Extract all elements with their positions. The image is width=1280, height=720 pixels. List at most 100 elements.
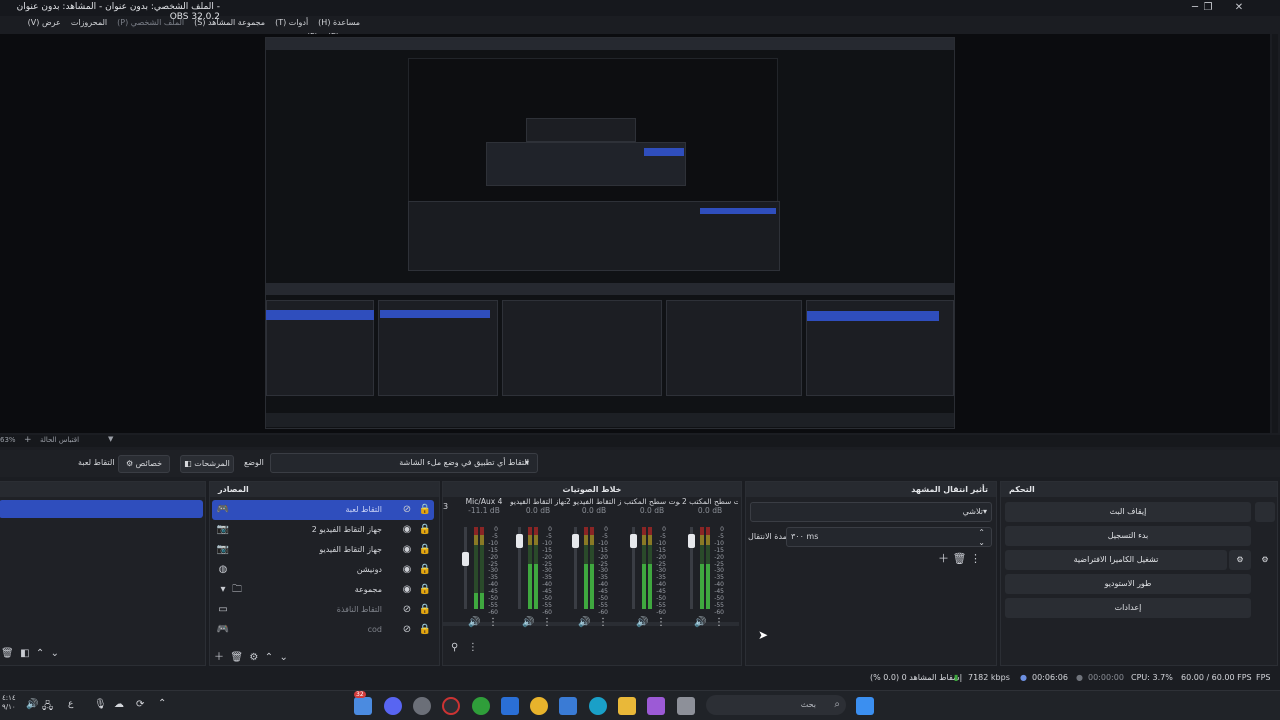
maximize-button[interactable]: ❐ (1193, 0, 1223, 16)
visibility-icon[interactable]: ◉ (400, 540, 414, 560)
lock-icon[interactable]: 🔒 (418, 600, 432, 620)
menu-dots-icon[interactable]: ⋮ (468, 642, 478, 653)
menu-item[interactable]: أدوات (T) (275, 16, 308, 30)
mute-icon[interactable]: 🔊 (636, 617, 648, 628)
lock-icon[interactable]: 🔒 (418, 580, 432, 600)
source-item[interactable]: ▭ التقاط النافذة ⊘ 🔒 (212, 600, 434, 620)
add-icon[interactable]: ＋ (938, 552, 949, 565)
close-button[interactable]: ✕ (1224, 0, 1254, 16)
mute-icon[interactable]: 🔊 (694, 617, 706, 628)
virtual-camera-settings-button[interactable]: ⚙ (1229, 550, 1251, 570)
obs-icon[interactable] (442, 697, 460, 715)
start-icon[interactable] (856, 697, 874, 715)
fader-knob[interactable] (688, 534, 695, 548)
menu-dots-icon[interactable]: ⋮ (714, 617, 724, 628)
menu-item[interactable]: مساعدة (H) (318, 16, 360, 30)
arrow-up-icon[interactable]: ⌃ (36, 648, 44, 659)
visibility-icon[interactable]: ◉ (400, 520, 414, 540)
duration-spinbox[interactable]: ٣٠٠ ms ⌃ ⌄ (786, 527, 992, 547)
delete-icon[interactable]: 🗑 (1, 648, 14, 659)
arrow-down-icon[interactable]: ⌄ (280, 652, 288, 663)
volume-fader[interactable] (630, 527, 637, 609)
network-icon[interactable]: 🖧 (42, 699, 53, 716)
lock-icon[interactable]: 🔒 (418, 620, 432, 640)
gear-icon[interactable]: ⚙ (249, 652, 258, 663)
start-recording-button[interactable]: بدء التسجيل (1005, 526, 1251, 546)
source-item[interactable]: 📷 جهاز التقاط الفيديو ◉ 🔒 (212, 540, 434, 560)
visibility-icon[interactable]: ◉ (400, 580, 414, 600)
menu-item[interactable]: المحروزات (71, 16, 107, 30)
filters-button[interactable]: ◧ المرشحات (180, 455, 234, 473)
menu-dots-icon[interactable]: ⋮ (970, 552, 981, 565)
menu-dots-icon[interactable]: ⋮ (656, 617, 666, 628)
stream-config-button[interactable] (1255, 502, 1275, 522)
lock-icon[interactable]: 🔒 (418, 560, 432, 580)
visibility-icon[interactable]: ⊘ (400, 500, 414, 520)
expand-icon[interactable]: ▾ (216, 580, 230, 600)
source-item[interactable]: 🎮 cod ⊘ 🔒 (212, 620, 434, 640)
discord-icon[interactable] (384, 697, 402, 715)
task-view-icon[interactable] (677, 697, 695, 715)
menu-dots-icon[interactable]: ⋮ (542, 617, 552, 628)
menu-item[interactable]: الملف الشخصي (P) (117, 16, 184, 30)
lock-icon[interactable]: 🔒 (418, 540, 432, 560)
volume-fader[interactable] (516, 527, 523, 609)
menu-dots-icon[interactable]: ⋮ (488, 617, 498, 628)
visibility-icon[interactable]: ◉ (400, 560, 414, 580)
file-explorer-icon[interactable] (618, 697, 636, 715)
mute-icon[interactable]: 🔊 (468, 617, 480, 628)
delete-icon[interactable]: 🗑 (953, 552, 967, 565)
scene-item-selected[interactable] (0, 500, 203, 518)
store-icon[interactable] (559, 697, 577, 715)
lock-icon[interactable]: 🔒 (418, 520, 432, 540)
menu-item[interactable]: عرض (V) (28, 16, 61, 30)
copilot-icon[interactable] (647, 697, 665, 715)
telegram-icon[interactable] (354, 697, 372, 715)
clock[interactable]: ٤:١٤ ٩/١٠ (2, 694, 16, 712)
capture-mode-select[interactable]: التقاط أي تطبيق في وضع ملء الشاشة ▾ (270, 453, 538, 473)
tray-chevron-icon[interactable]: ⌃ (158, 698, 166, 709)
lock-icon[interactable]: 🔒 (418, 500, 432, 520)
volume-fader[interactable] (572, 527, 579, 609)
fader-knob[interactable] (630, 534, 637, 548)
mute-icon[interactable]: 🔊 (522, 617, 534, 628)
search-box[interactable]: بحث ⌕ (706, 695, 846, 715)
settings-button[interactable]: إعدادات (1005, 598, 1251, 618)
microphone-icon[interactable]: 🎙 (94, 699, 107, 710)
mute-icon[interactable]: 🔊 (578, 617, 590, 628)
fader-knob[interactable] (516, 534, 523, 548)
add-icon[interactable]: + (24, 435, 32, 445)
preview-scrollbar[interactable] (1272, 34, 1278, 433)
visibility-icon[interactable]: ⊘ (400, 600, 414, 620)
fader-knob[interactable] (462, 552, 469, 566)
arrow-up-icon[interactable]: ⌃ (265, 652, 273, 663)
settings-gear-button[interactable]: ⚙ (1255, 550, 1275, 570)
arrow-down-icon[interactable]: ⌄ (51, 648, 59, 659)
chrome-icon[interactable] (530, 697, 548, 715)
mail-icon[interactable] (501, 697, 519, 715)
virtual-camera-button[interactable]: تشغيل الكاميرا الافتراضية (1005, 550, 1227, 570)
source-item[interactable]: ◍ دونيشن ◉ 🔒 (212, 560, 434, 580)
sync-icon[interactable]: ⟳ (136, 699, 144, 710)
source-item[interactable]: ▾ 🗀 مجموعة ◉ 🔒 (212, 580, 434, 600)
xbox-icon[interactable] (472, 697, 490, 715)
volume-icon[interactable]: 🔊 (26, 699, 38, 710)
transition-type-select[interactable]: تلاشي ▾ (750, 502, 992, 522)
add-icon[interactable]: ＋ (214, 652, 224, 663)
volume-fader[interactable] (688, 527, 695, 609)
settings-app-icon[interactable] (413, 697, 431, 715)
source-item[interactable]: 📷 جهاز التقاط الفيديو 2 ◉ 🔒 (212, 520, 434, 540)
visibility-icon[interactable]: ⊘ (400, 620, 414, 640)
menu-item[interactable]: مجموعة المشاهد (S) (194, 16, 265, 30)
stop-streaming-button[interactable]: إيقاف البث (1005, 502, 1251, 522)
properties-button[interactable]: ⚙ خصائص (118, 455, 170, 473)
edge-icon[interactable] (589, 697, 607, 715)
fader-knob[interactable] (572, 534, 579, 548)
link-icon[interactable]: ⚲ (451, 642, 458, 653)
volume-fader[interactable] (462, 527, 469, 609)
cloud-icon[interactable]: ☁ (114, 699, 124, 710)
dropdown-icon[interactable]: ▼ (108, 435, 113, 443)
filter-icon[interactable]: ◧ (20, 648, 29, 659)
delete-icon[interactable]: 🗑 (230, 652, 243, 663)
language-indicator[interactable]: ع (68, 699, 73, 709)
